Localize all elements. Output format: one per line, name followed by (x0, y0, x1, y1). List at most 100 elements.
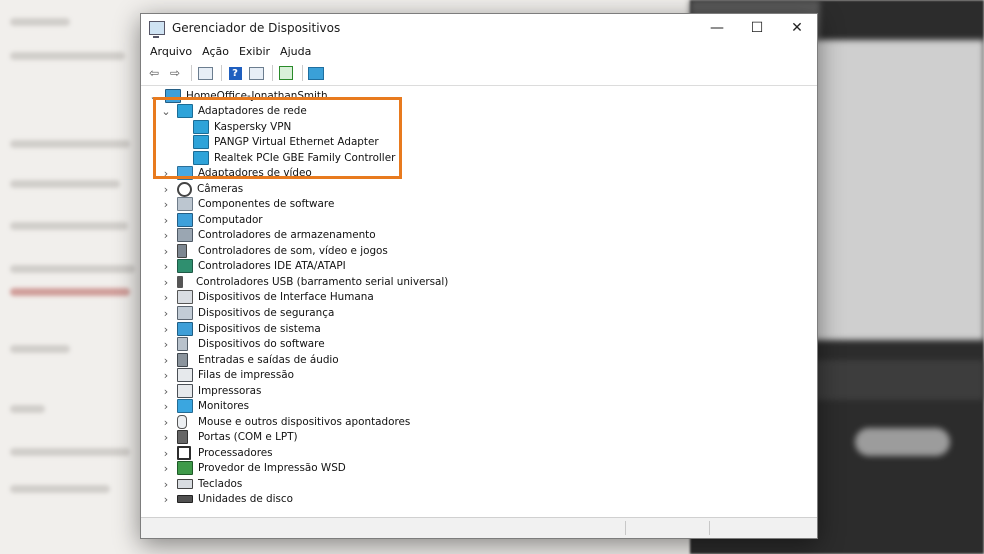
tree-item-portas[interactable]: › Portas (COM e LPT) (161, 429, 298, 445)
menu-ajuda[interactable]: Ajuda (275, 45, 316, 58)
tree-item-label: Adaptadores de rede (198, 105, 307, 117)
tree-item-adaptadores-de-video[interactable]: › Adaptadores de vídeo (161, 165, 312, 181)
tree-item-filas-de-impressao[interactable]: › Filas de impressão (161, 367, 294, 383)
tree-item-controladores-de-armazenamento[interactable]: › Controladores de armazenamento (161, 227, 376, 243)
chevron-right-icon[interactable]: › (161, 214, 171, 227)
back-icon[interactable]: ⇦ (145, 65, 163, 81)
chevron-right-icon[interactable]: › (161, 462, 171, 475)
tree-item-interface-humana[interactable]: › Dispositivos de Interface Humana (161, 289, 374, 305)
tree-item-controladores-ide[interactable]: › Controladores IDE ATA/ATAPI (161, 258, 346, 274)
chevron-right-icon[interactable]: › (161, 447, 171, 460)
tree-item-controladores-de-som[interactable]: › Controladores de som, vídeo e jogos (161, 243, 388, 259)
chevron-right-icon[interactable]: › (161, 493, 171, 506)
chevron-right-icon[interactable]: › (161, 323, 171, 336)
chevron-right-icon[interactable]: › (161, 291, 171, 304)
disk-drive-icon (177, 495, 193, 503)
tree-item-impressoras[interactable]: › Impressoras (161, 383, 261, 399)
chevron-right-icon[interactable]: › (161, 307, 171, 320)
tree-item-teclados[interactable]: › Teclados (161, 476, 243, 492)
toolbar-separator (272, 65, 273, 81)
monitor-icon (177, 399, 193, 413)
status-separator (625, 521, 626, 535)
tree-item-label: Dispositivos de sistema (198, 323, 321, 335)
tree-root[interactable]: ⌄ HomeOffice-JonathanSmith (149, 88, 328, 104)
chevron-right-icon[interactable]: › (161, 167, 171, 180)
bg-button (855, 428, 950, 456)
chevron-right-icon[interactable]: › (161, 431, 171, 444)
tree-item-componentes-de-software[interactable]: › Componentes de software (161, 196, 334, 212)
tree-item-adaptadores-de-rede[interactable]: ⌄ Adaptadores de rede (161, 103, 307, 119)
help-button[interactable]: ? (226, 65, 244, 81)
bg-text-line (10, 485, 110, 493)
tree-item-entradas-e-saidas-de-audio[interactable]: › Entradas e saídas de áudio (161, 352, 339, 368)
chevron-right-icon[interactable]: › (161, 229, 171, 242)
tree-item-monitores[interactable]: › Monitores (161, 398, 249, 414)
tree-child-label: Realtek PCIe GBE Family Controller (214, 152, 396, 164)
update-driver-icon (279, 66, 293, 80)
device-tree[interactable]: ⌄ HomeOffice-JonathanSmith ⌄ Adaptadores… (141, 86, 817, 518)
chevron-right-icon[interactable]: › (161, 369, 171, 382)
tree-item-mouse[interactable]: › Mouse e outros dispositivos apontadore… (161, 414, 410, 430)
tree-item-cameras[interactable]: › Câmeras (161, 181, 243, 197)
chevron-right-icon[interactable]: › (161, 478, 171, 491)
tree-item-label: Controladores IDE ATA/ATAPI (198, 260, 346, 272)
properties-button[interactable] (196, 65, 214, 81)
bg-text-line (10, 288, 130, 296)
chevron-right-icon[interactable]: › (161, 354, 171, 367)
tree-item-label: Componentes de software (198, 198, 335, 210)
bg-text-line (10, 18, 70, 26)
port-icon (177, 430, 188, 444)
title-bar[interactable]: Gerenciador de Dispositivos — ☐ ✕ (141, 14, 817, 41)
software-component-icon (177, 197, 193, 211)
chevron-down-icon[interactable]: ⌄ (161, 105, 171, 118)
chevron-right-icon[interactable]: › (161, 198, 171, 211)
ide-controller-icon (177, 259, 193, 273)
scan-hardware-icon (308, 66, 324, 80)
tree-child-pangp[interactable]: PANGP Virtual Ethernet Adapter (193, 134, 379, 150)
toolbar-separator (221, 65, 222, 81)
chevron-right-icon[interactable]: › (161, 260, 171, 273)
tree-item-controladores-usb[interactable]: › Controladores USB (barramento serial u… (161, 274, 449, 290)
computer-icon (165, 89, 181, 103)
minimize-button[interactable]: — (697, 14, 737, 41)
menu-arquivo[interactable]: Arquivo (145, 45, 197, 58)
tree-item-dispositivos-de-seguranca[interactable]: › Dispositivos de segurança (161, 305, 334, 321)
chevron-right-icon[interactable]: › (161, 245, 171, 258)
view-button[interactable] (247, 65, 265, 81)
computer-icon (177, 213, 193, 227)
toolbar-separator (191, 65, 192, 81)
chevron-down-icon[interactable]: ⌄ (149, 90, 159, 103)
tree-item-provedor-wsd[interactable]: › Provedor de Impressão WSD (161, 460, 346, 476)
camera-icon (177, 181, 192, 197)
chevron-right-icon[interactable]: › (161, 416, 171, 429)
chevron-right-icon[interactable]: › (161, 338, 171, 351)
hid-icon (177, 290, 193, 304)
close-button[interactable]: ✕ (777, 14, 817, 41)
help-icon: ? (228, 66, 242, 80)
menu-exibir[interactable]: Exibir (234, 45, 275, 58)
tree-item-dispositivos-do-software[interactable]: › Dispositivos do software (161, 336, 325, 352)
tree-item-processadores[interactable]: › Processadores (161, 445, 273, 461)
chevron-right-icon[interactable]: › (161, 385, 171, 398)
update-driver-button[interactable] (277, 65, 295, 81)
tree-item-computador[interactable]: › Computador (161, 212, 263, 228)
tree-item-unidades-de-disco[interactable]: › Unidades de disco (161, 491, 293, 507)
tree-child-realtek[interactable]: Realtek PCIe GBE Family Controller (193, 150, 395, 166)
network-adapter-icon (177, 104, 193, 118)
scan-hardware-button[interactable] (307, 65, 325, 81)
forward-icon[interactable]: ⇨ (166, 65, 184, 81)
tree-child-kaspersky-vpn[interactable]: Kaspersky VPN (193, 119, 291, 135)
chevron-right-icon[interactable]: › (161, 183, 171, 196)
toolbar: ⇦ ⇨ ? (141, 61, 817, 86)
menu-acao[interactable]: Ação (197, 45, 234, 58)
maximize-button[interactable]: ☐ (737, 14, 777, 41)
tree-item-label: Controladores de som, vídeo e jogos (198, 245, 388, 257)
network-adapter-icon (193, 151, 209, 165)
tree-item-dispositivos-de-sistema[interactable]: › Dispositivos de sistema (161, 321, 321, 337)
tree-item-label: Teclados (198, 478, 243, 490)
tree-item-label: Portas (COM e LPT) (198, 431, 298, 443)
chevron-right-icon[interactable]: › (161, 276, 171, 289)
chevron-right-icon[interactable]: › (161, 400, 171, 413)
storage-controller-icon (177, 228, 193, 242)
tree-item-label: Adaptadores de vídeo (198, 167, 312, 179)
